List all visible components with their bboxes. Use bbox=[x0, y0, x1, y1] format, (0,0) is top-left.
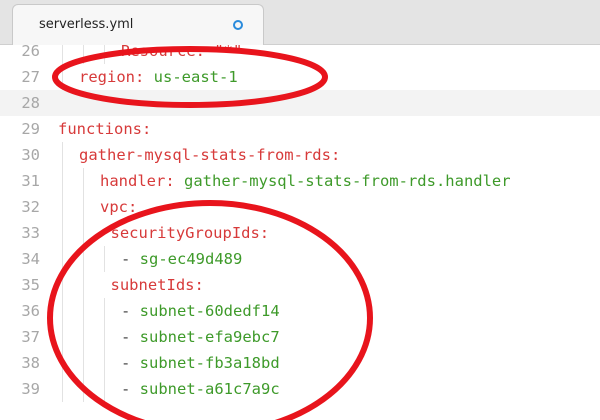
code-token: subnetIds: bbox=[110, 276, 204, 294]
code-line[interactable]: 39 - subnet-a61c7a9c bbox=[0, 376, 600, 402]
line-number: 39 bbox=[21, 380, 40, 398]
indent-guide bbox=[62, 350, 63, 376]
code-token: region: bbox=[79, 68, 145, 86]
code-text: - sg-ec49d489 bbox=[121, 246, 242, 272]
code-line[interactable]: 32 vpc: bbox=[0, 194, 600, 220]
indent-guide bbox=[83, 168, 84, 194]
line-number: 33 bbox=[21, 224, 40, 242]
line-number: 35 bbox=[21, 276, 40, 294]
indent-guide bbox=[83, 45, 84, 64]
code-line[interactable]: 27 region: us-east-1 bbox=[0, 64, 600, 90]
line-number: 27 bbox=[21, 68, 40, 86]
code-token: - bbox=[121, 354, 140, 372]
line-number: 30 bbox=[21, 146, 40, 164]
code-text: region: us-east-1 bbox=[79, 64, 238, 90]
code-token: gather-mysql-stats-from-rds.handler bbox=[174, 172, 511, 190]
line-number: 29 bbox=[21, 120, 40, 138]
code-editor[interactable]: 26 Resource: "*" 27 region: us-east-1 28 29 fu… bbox=[0, 45, 600, 420]
line-number: 37 bbox=[21, 328, 40, 346]
code-token: subnet-fb3a18bd bbox=[139, 354, 280, 372]
line-number: 31 bbox=[21, 172, 40, 190]
code-line[interactable]: 28 bbox=[0, 90, 600, 116]
code-line[interactable]: 29 functions: bbox=[0, 116, 600, 142]
code-line[interactable]: 31 handler: gather-mysql-stats-from-rds.h… bbox=[0, 168, 600, 194]
indent-guide bbox=[83, 350, 84, 376]
code-token: subnet-60dedf14 bbox=[139, 302, 280, 320]
tab-serverless-yml[interactable]: serverless.yml bbox=[12, 4, 264, 45]
code-text: - subnet-60dedf14 bbox=[121, 298, 280, 324]
line-number: 34 bbox=[21, 250, 40, 268]
code-line[interactable]: 30 gather-mysql-stats-from-rds: bbox=[0, 142, 600, 168]
code-token: functions: bbox=[58, 120, 152, 138]
code-token: us-east-1 bbox=[144, 68, 238, 86]
code-token: handler: bbox=[100, 172, 175, 190]
indent-guide bbox=[83, 324, 84, 350]
unsaved-indicator-icon[interactable] bbox=[233, 20, 243, 30]
indent-guide bbox=[104, 376, 105, 402]
code-text: subnetIds: bbox=[111, 272, 204, 298]
indent-guide bbox=[62, 142, 63, 168]
code-token: gather-mysql-stats-from-rds: bbox=[79, 146, 341, 164]
code-text: - subnet-efa9ebc7 bbox=[121, 324, 280, 350]
code-text: gather-mysql-stats-from-rds: bbox=[79, 142, 340, 168]
code-line[interactable]: 33 securityGroupIds: bbox=[0, 220, 600, 246]
indent-guide bbox=[83, 194, 84, 220]
indent-guide bbox=[62, 298, 63, 324]
indent-guide bbox=[62, 272, 63, 298]
indent-guide bbox=[83, 376, 84, 402]
indent-guide bbox=[62, 45, 63, 64]
code-line[interactable]: 38 - subnet-fb3a18bd bbox=[0, 350, 600, 376]
indent-guide bbox=[104, 246, 105, 272]
indent-guide bbox=[83, 246, 84, 272]
line-number: 26 bbox=[21, 45, 40, 60]
code-token: - bbox=[121, 250, 140, 268]
indent-guide bbox=[83, 298, 84, 324]
code-token: - bbox=[121, 380, 140, 398]
code-token: - bbox=[121, 302, 140, 320]
code-text: - subnet-fb3a18bd bbox=[121, 350, 280, 376]
code-text: - subnet-a61c7a9c bbox=[121, 376, 280, 402]
code-text: functions: bbox=[58, 116, 151, 142]
indent-guide bbox=[104, 298, 105, 324]
code-line[interactable]: 36 - subnet-60dedf14 bbox=[0, 298, 600, 324]
indent-guide bbox=[62, 376, 63, 402]
line-number: 32 bbox=[21, 198, 40, 216]
indent-guide bbox=[83, 272, 84, 298]
code-line[interactable]: 26 Resource: "*" bbox=[0, 45, 600, 64]
code-text: handler: gather-mysql-stats-from-rds.han… bbox=[100, 168, 511, 194]
code-token: securityGroupIds: bbox=[110, 224, 270, 242]
line-number: 36 bbox=[21, 302, 40, 320]
indent-guide bbox=[62, 324, 63, 350]
code-token: - bbox=[121, 328, 140, 346]
line-number: 38 bbox=[21, 354, 40, 372]
code-token: Resource: "*" bbox=[121, 45, 243, 60]
indent-guide bbox=[104, 324, 105, 350]
tab-title: serverless.yml bbox=[39, 17, 134, 32]
code-line[interactable]: 37 - subnet-efa9ebc7 bbox=[0, 324, 600, 350]
code-token: subnet-a61c7a9c bbox=[139, 380, 280, 398]
indent-guide bbox=[104, 45, 105, 64]
indent-guide bbox=[83, 220, 84, 246]
code-text: Resource: "*" bbox=[121, 45, 242, 64]
code-token: subnet-efa9ebc7 bbox=[139, 328, 280, 346]
code-text: securityGroupIds: bbox=[111, 220, 270, 246]
code-line[interactable]: 35 subnetIds: bbox=[0, 272, 600, 298]
indent-guide bbox=[62, 246, 63, 272]
indent-guide bbox=[62, 194, 63, 220]
indent-guide bbox=[62, 168, 63, 194]
indent-guide bbox=[104, 350, 105, 376]
line-number: 28 bbox=[21, 94, 40, 112]
tab-bar: serverless.yml bbox=[0, 0, 600, 45]
code-token: sg-ec49d489 bbox=[139, 250, 243, 268]
indent-guide bbox=[62, 220, 63, 246]
code-line[interactable]: 34 - sg-ec49d489 bbox=[0, 246, 600, 272]
code-text: vpc: bbox=[100, 194, 137, 220]
code-token: vpc: bbox=[100, 198, 138, 216]
indent-guide bbox=[62, 64, 63, 90]
